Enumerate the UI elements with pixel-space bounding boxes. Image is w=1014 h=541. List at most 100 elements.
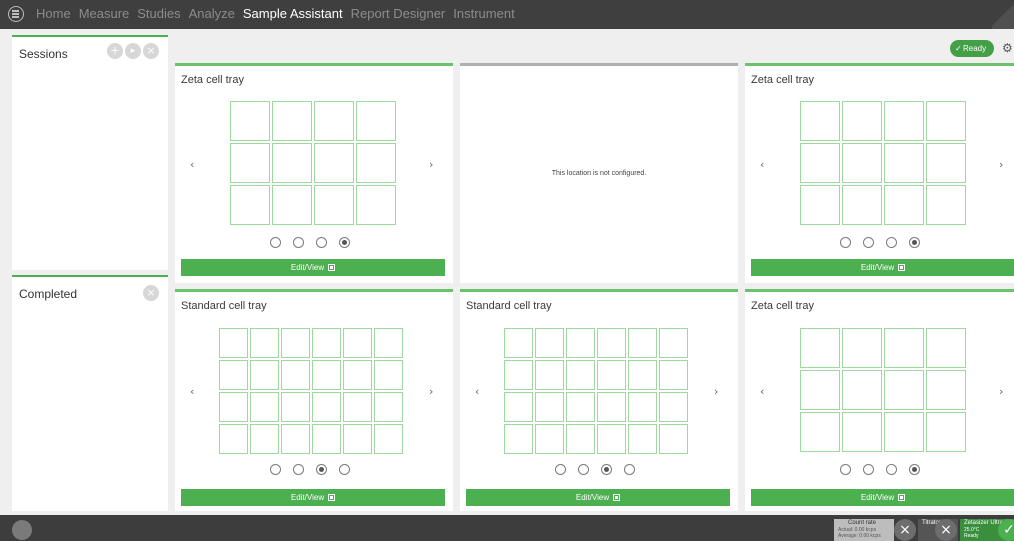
cell-slot[interactable] xyxy=(597,392,626,422)
nav-report-designer[interactable]: Report Designer xyxy=(351,6,446,21)
edit-view-button[interactable]: Edit/View xyxy=(466,489,730,506)
cell-slot[interactable] xyxy=(314,185,354,225)
cell-slot[interactable] xyxy=(926,143,966,183)
cell-slot[interactable] xyxy=(230,185,270,225)
cell-slot[interactable] xyxy=(535,360,564,390)
chevron-right-icon[interactable]: › xyxy=(429,385,433,398)
cell-slot[interactable] xyxy=(926,370,966,410)
page-dot[interactable] xyxy=(270,464,281,475)
cell-slot[interactable] xyxy=(884,370,924,410)
cell-slot[interactable] xyxy=(272,185,312,225)
cell-slot[interactable] xyxy=(597,328,626,358)
cell-slot[interactable] xyxy=(628,328,657,358)
cell-slot[interactable] xyxy=(659,424,688,454)
cell-slot[interactable] xyxy=(219,360,248,390)
cell-slot[interactable] xyxy=(272,101,312,141)
cell-slot[interactable] xyxy=(628,424,657,454)
cell-slot[interactable] xyxy=(659,328,688,358)
cell-slot[interactable] xyxy=(356,143,396,183)
cell-slot[interactable] xyxy=(535,328,564,358)
menu-icon[interactable] xyxy=(8,6,24,22)
edit-view-button[interactable]: Edit/View xyxy=(181,489,445,506)
cell-slot[interactable] xyxy=(504,360,533,390)
nav-measure[interactable]: Measure xyxy=(79,6,130,21)
nav-sample-assistant[interactable]: Sample Assistant xyxy=(243,6,343,21)
cell-slot[interactable] xyxy=(926,412,966,452)
cell-slot[interactable] xyxy=(884,328,924,368)
cell-slot[interactable] xyxy=(272,143,312,183)
cell-slot[interactable] xyxy=(597,424,626,454)
cell-slot[interactable] xyxy=(800,185,840,225)
page-dot[interactable] xyxy=(840,464,851,475)
nav-analyze[interactable]: Analyze xyxy=(189,6,235,21)
chevron-left-icon[interactable]: ‹ xyxy=(760,385,764,398)
cell-slot[interactable] xyxy=(566,392,595,422)
page-dot[interactable] xyxy=(555,464,566,475)
page-dot-selected[interactable] xyxy=(339,237,350,248)
nav-home[interactable]: Home xyxy=(36,6,71,21)
cell-slot[interactable] xyxy=(312,392,341,422)
cell-slot[interactable] xyxy=(597,360,626,390)
cell-slot[interactable] xyxy=(842,185,882,225)
cell-slot[interactable] xyxy=(504,424,533,454)
cell-slot[interactable] xyxy=(250,392,279,422)
page-dot-selected[interactable] xyxy=(909,237,920,248)
ready-status-badge[interactable]: ✓ Ready xyxy=(950,40,994,57)
page-dot[interactable] xyxy=(863,237,874,248)
cell-slot[interactable] xyxy=(343,328,372,358)
cell-slot[interactable] xyxy=(312,328,341,358)
cell-slot[interactable] xyxy=(926,328,966,368)
cell-slot[interactable] xyxy=(219,392,248,422)
nav-instrument[interactable]: Instrument xyxy=(453,6,514,21)
cell-slot[interactable] xyxy=(535,424,564,454)
cell-slot[interactable] xyxy=(374,328,403,358)
chevron-left-icon[interactable]: ‹ xyxy=(760,158,764,171)
cell-slot[interactable] xyxy=(314,143,354,183)
edit-view-button[interactable]: Edit/View xyxy=(751,259,1014,276)
cell-slot[interactable] xyxy=(884,101,924,141)
cell-slot[interactable] xyxy=(250,424,279,454)
cell-slot[interactable] xyxy=(800,370,840,410)
cell-slot[interactable] xyxy=(800,143,840,183)
cell-slot[interactable] xyxy=(659,392,688,422)
edit-view-button[interactable]: Edit/View xyxy=(181,259,445,276)
chevron-right-icon[interactable]: › xyxy=(999,385,1003,398)
page-dot[interactable] xyxy=(624,464,635,475)
cell-slot[interactable] xyxy=(312,424,341,454)
cell-slot[interactable] xyxy=(884,143,924,183)
edit-view-button[interactable]: Edit/View xyxy=(751,489,1014,506)
page-dot[interactable] xyxy=(270,237,281,248)
cell-slot[interactable] xyxy=(219,424,248,454)
cell-slot[interactable] xyxy=(842,143,882,183)
chevron-right-icon[interactable]: › xyxy=(714,385,718,398)
cell-slot[interactable] xyxy=(504,328,533,358)
chevron-left-icon[interactable]: ‹ xyxy=(475,385,479,398)
cell-slot[interactable] xyxy=(659,360,688,390)
nav-studies[interactable]: Studies xyxy=(137,6,180,21)
page-dot[interactable] xyxy=(339,464,350,475)
count-rate-status[interactable]: Count rate Actual: 0.00 kcps Average: 0.… xyxy=(834,519,894,541)
cell-slot[interactable] xyxy=(314,101,354,141)
remove-session-button[interactable]: × xyxy=(143,43,159,59)
page-dot-selected[interactable] xyxy=(316,464,327,475)
page-dot[interactable] xyxy=(863,464,874,475)
cell-slot[interactable] xyxy=(312,360,341,390)
cell-slot[interactable] xyxy=(374,360,403,390)
cell-slot[interactable] xyxy=(842,412,882,452)
cell-slot[interactable] xyxy=(281,328,310,358)
chevron-left-icon[interactable]: ‹ xyxy=(190,385,194,398)
cell-slot[interactable] xyxy=(884,412,924,452)
cell-slot[interactable] xyxy=(230,143,270,183)
cell-slot[interactable] xyxy=(343,360,372,390)
cell-slot[interactable] xyxy=(800,328,840,368)
cell-slot[interactable] xyxy=(250,328,279,358)
cell-slot[interactable] xyxy=(281,360,310,390)
page-dot-selected[interactable] xyxy=(601,464,612,475)
cell-slot[interactable] xyxy=(628,392,657,422)
chevron-right-icon[interactable]: › xyxy=(429,158,433,171)
cell-slot[interactable] xyxy=(281,424,310,454)
cell-slot[interactable] xyxy=(356,101,396,141)
cell-slot[interactable] xyxy=(926,185,966,225)
clear-completed-button[interactable]: × xyxy=(143,285,159,301)
cell-slot[interactable] xyxy=(842,101,882,141)
